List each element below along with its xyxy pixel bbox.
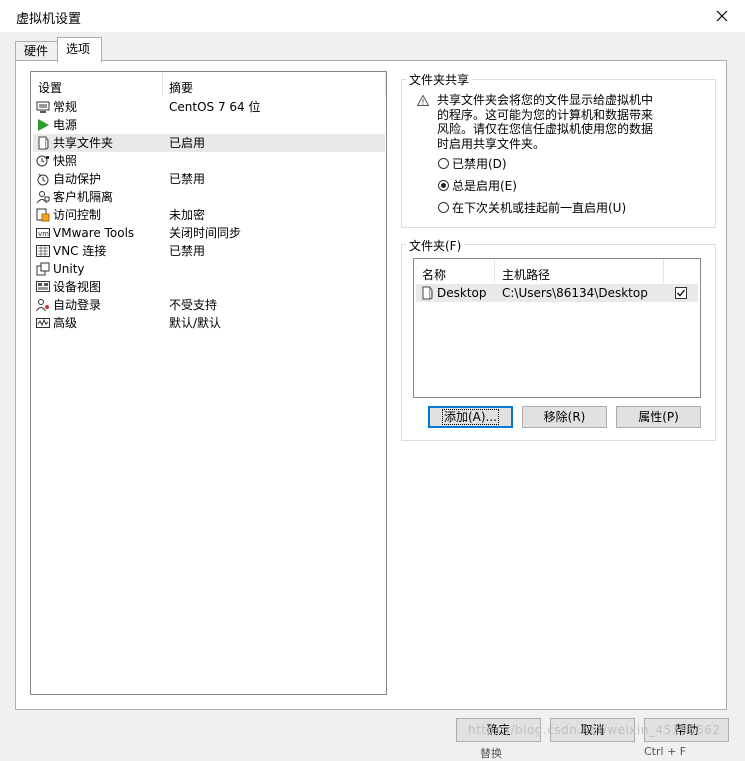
settings-item-autologin[interactable]: 自动登录 不受支持 (33, 296, 385, 314)
settings-item-name: 自动登录 (53, 298, 102, 312)
tab-hardware[interactable]: 硬件 (15, 41, 58, 61)
settings-list[interactable]: 设置 摘要 常规 CentOS 7 64 位 电源 共享文件夹 已启用 快照 自… (30, 71, 387, 695)
column-header-summary[interactable]: 摘要 (169, 79, 193, 96)
shared-folder-icon (38, 136, 49, 150)
title-bar: 虚拟机设置 (0, 0, 745, 32)
settings-item-name: 电源 (53, 118, 78, 132)
folder-sharing-title: 文件夹共享 (406, 71, 473, 88)
settings-item-value: 关闭时间同步 (169, 226, 242, 240)
folders-list[interactable]: 名称 主机路径 Desktop C:\Users\86134\Desktop (413, 258, 701, 398)
column-header-setting[interactable]: 设置 (38, 79, 62, 96)
radio-label: 在下次关机或挂起前一直启用(U) (452, 200, 627, 215)
settings-item-value: 未加密 (169, 208, 206, 222)
warning-line: 时启用共享文件夹。 (437, 136, 546, 151)
settings-item-snapshots[interactable]: 快照 (33, 152, 385, 170)
settings-item-name: 访问控制 (53, 208, 102, 222)
settings-item-value: 已禁用 (169, 172, 206, 186)
radio-disabled[interactable]: 已禁用(D) (438, 154, 507, 172)
settings-item-power[interactable]: 电源 (33, 116, 385, 134)
folder-enabled-checkbox[interactable] (675, 287, 687, 299)
radio-label: 总是启用(E) (452, 178, 517, 193)
column-separator[interactable] (494, 259, 495, 283)
radio-until-poweroff[interactable]: 在下次关机或挂起前一直启用(U) (438, 198, 626, 216)
access-control-icon (36, 208, 50, 222)
vnc-icon (36, 245, 50, 257)
settings-item-advanced[interactable]: 高级 默认/默认 (33, 314, 385, 332)
vmware-tools-icon: vm (36, 228, 50, 238)
settings-item-name: Unity (53, 262, 85, 276)
warning-line: 共享文件夹会将您的文件显示给虚拟机中 (437, 93, 654, 107)
tab-options[interactable]: 选项 (57, 37, 102, 62)
power-play-icon (38, 119, 49, 131)
isolation-icon (36, 191, 50, 204)
autoprotect-icon (37, 173, 49, 186)
settings-item-value: 不受支持 (169, 298, 218, 312)
warning-line: 风险。请仅在您信任虚拟机使用您的数据 (437, 122, 654, 136)
settings-item-general[interactable]: 常规 CentOS 7 64 位 (33, 98, 385, 116)
tab-label: 选项 (66, 42, 91, 56)
warning-line: 的程序。这可能为您的计算机和数据带来 (437, 107, 654, 122)
warning-icon (417, 95, 429, 106)
folder-host-path: C:\Users\86134\Desktop (502, 286, 648, 300)
close-button[interactable] (699, 0, 745, 31)
settings-item-name: 设备视图 (53, 280, 102, 294)
settings-item-shared-folders[interactable]: 共享文件夹 已启用 (33, 134, 385, 152)
tab-label: 硬件 (24, 44, 49, 58)
settings-item-name: VNC 连接 (53, 244, 107, 258)
folders-title: 文件夹(F) (406, 237, 465, 254)
settings-item-name: 客户机隔离 (53, 190, 114, 204)
general-icon (36, 101, 50, 113)
settings-item-value: 已禁用 (169, 244, 206, 258)
button-label: 添加(A)... (441, 409, 500, 425)
radio-circle (438, 179, 449, 191)
column-separator[interactable] (385, 72, 386, 96)
folder-name: Desktop (437, 286, 487, 300)
snapshot-icon (36, 155, 49, 167)
folder-row[interactable]: Desktop C:\Users\86134\Desktop (416, 284, 698, 302)
watermark: https://blog.csdn.net/weixin_45396562 (468, 723, 721, 737)
column-separator[interactable] (162, 72, 163, 96)
folder-properties-button[interactable]: 属性(P) (616, 406, 701, 428)
settings-item-name: 共享文件夹 (53, 136, 114, 150)
window-title: 虚拟机设置 (16, 12, 82, 27)
add-folder-button[interactable]: 添加(A)... (428, 406, 513, 428)
settings-item-value: 默认/默认 (169, 316, 222, 330)
background-shortcut-text: Ctrl + F (644, 745, 687, 758)
settings-item-guest-isolation[interactable]: 客户机隔离 (33, 188, 385, 206)
remove-folder-button[interactable]: 移除(R) (522, 406, 607, 428)
settings-item-name: 快照 (53, 154, 78, 168)
column-header-name[interactable]: 名称 (422, 266, 446, 283)
settings-item-name: VMware Tools (53, 226, 135, 240)
settings-item-vmware-tools[interactable]: vm VMware Tools 关闭时间同步 (33, 224, 385, 242)
advanced-icon (36, 318, 50, 328)
autologin-icon (36, 299, 49, 312)
settings-item-value: 已启用 (169, 136, 206, 150)
settings-item-unity[interactable]: Unity (33, 260, 385, 278)
button-label: 属性(P) (638, 410, 679, 424)
column-separator[interactable] (663, 259, 664, 283)
settings-item-vnc[interactable]: VNC 连接 已禁用 (33, 242, 385, 260)
svg-text:vm: vm (38, 230, 49, 238)
radio-label: 已禁用(D) (452, 156, 507, 171)
checkmark-icon (677, 289, 686, 297)
settings-item-access-control[interactable]: 访问控制 未加密 (33, 206, 385, 224)
settings-item-value: CentOS 7 64 位 (169, 100, 261, 114)
sharing-warning-text: 共享文件夹会将您的文件显示给虚拟机中 的程序。这可能为您的计算机和数据带来 风险… (437, 93, 677, 151)
settings-list-header: 设置 摘要 (31, 72, 386, 96)
settings-item-name: 常规 (53, 100, 78, 114)
radio-circle (438, 201, 449, 213)
settings-item-name: 自动保护 (53, 172, 102, 186)
shared-folder-icon (422, 286, 433, 300)
settings-item-device-view[interactable]: 设备视图 (33, 278, 385, 296)
radio-always-enabled[interactable]: 总是启用(E) (438, 176, 517, 194)
settings-item-name: 高级 (53, 316, 78, 330)
close-icon (716, 10, 728, 21)
column-header-host-path[interactable]: 主机路径 (502, 266, 550, 283)
radio-circle (438, 157, 449, 169)
background-window-text: 替换 (480, 747, 502, 760)
button-label: 移除(R) (543, 410, 586, 424)
settings-item-autoprotect[interactable]: 自动保护 已禁用 (33, 170, 385, 188)
unity-icon (36, 262, 50, 276)
device-view-icon (36, 281, 50, 292)
